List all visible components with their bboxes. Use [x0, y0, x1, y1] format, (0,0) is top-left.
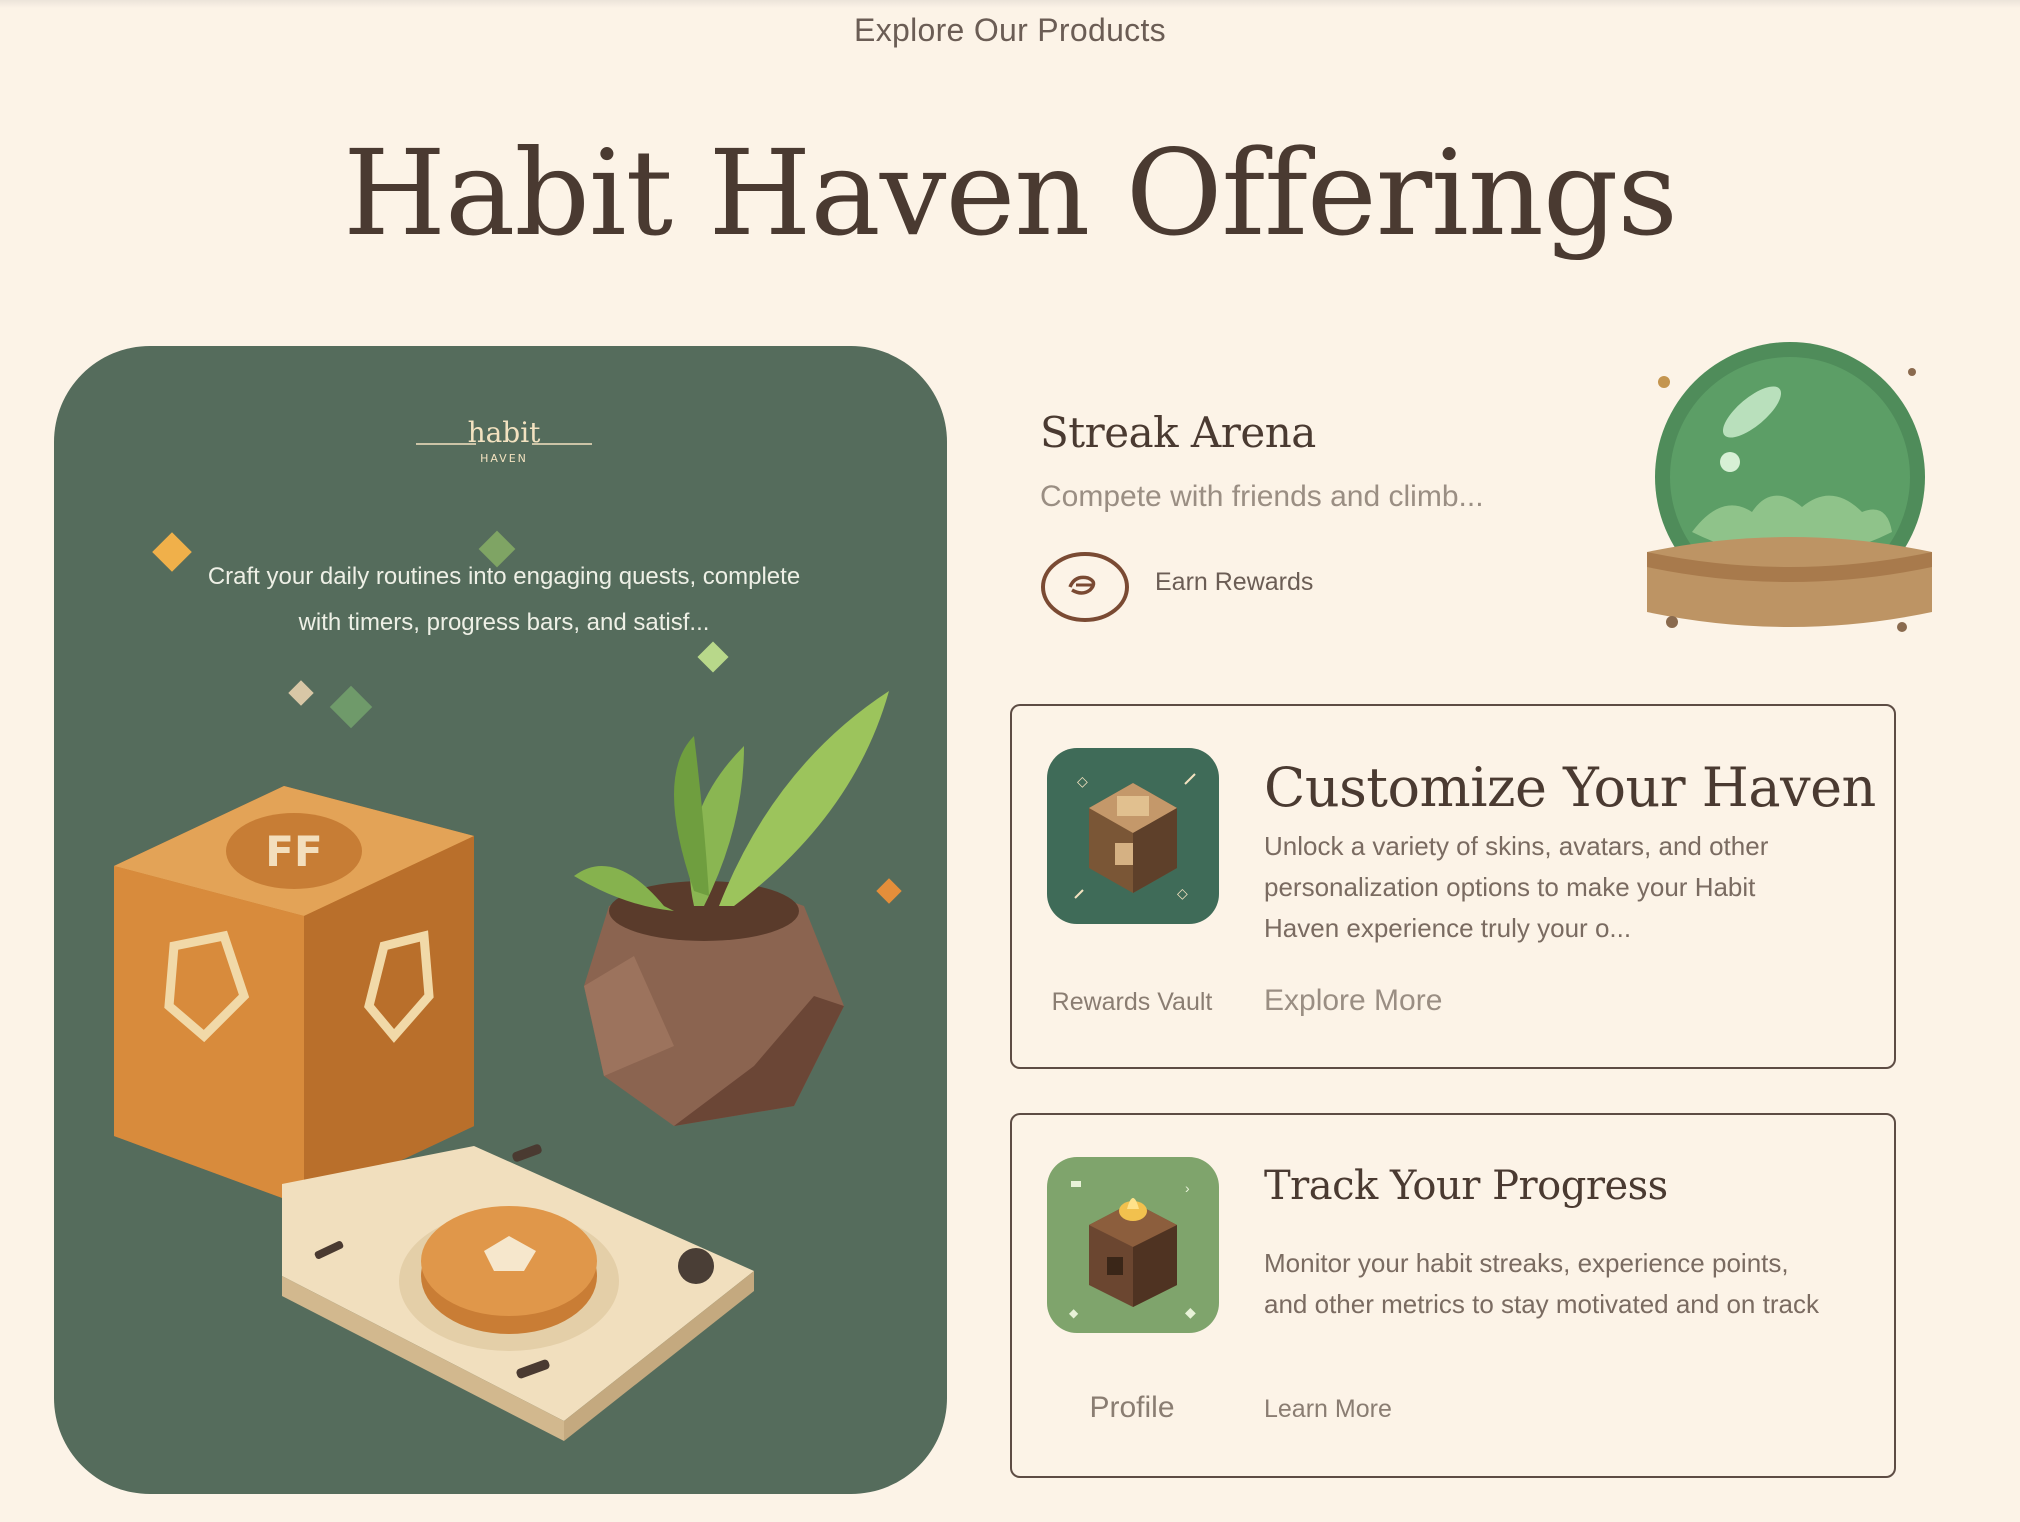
card-title: Customize Your Haven [1264, 756, 1876, 819]
svg-text:HAVEN: HAVEN [480, 452, 528, 465]
svg-text:◇: ◇ [1177, 885, 1188, 901]
svg-text:habit: habit [468, 418, 542, 449]
hero-card: FF habit HAVEN Craft your daily routines… [54, 346, 947, 1494]
section-eyebrow: Explore Our Products [854, 12, 1166, 48]
svg-text:FF: FF [265, 827, 322, 876]
track-progress-card: › ◆ ◆ Track Your Progress Monitor your h… [1010, 1113, 1896, 1478]
card-description: Unlock a variety of skins, avatars, and … [1264, 831, 1769, 943]
hero-description: Craft your daily routines into engaging … [207, 563, 801, 636]
crystal-orb-illustration [1642, 342, 1934, 652]
card-title: Track Your Progress [1264, 1163, 1668, 1209]
svg-text:◇: ◇ [1077, 773, 1088, 789]
svg-text:›: › [1185, 1180, 1190, 1196]
rewards-vault-label[interactable]: Rewards Vault [1032, 988, 1232, 1017]
svg-text:◆: ◆ [1069, 1306, 1079, 1320]
habit-haven-logo: habit HAVEN [416, 418, 592, 465]
streak-arena-description: Compete with friends and climb... [1040, 480, 1484, 513]
streak-arena-title: Streak Arena [1040, 408, 1316, 457]
explore-more-link[interactable]: Explore More [1264, 984, 1442, 1018]
treasure-chest-icon: ◇ ◇ [1047, 748, 1219, 924]
lantern-chest-icon: › ◆ ◆ [1047, 1157, 1219, 1333]
page-title: Habit Haven Offerings [343, 124, 1678, 262]
customize-haven-card: ◇ ◇ Customize Your Haven Unlock a variet… [1010, 704, 1896, 1069]
svg-text:◆: ◆ [1185, 1304, 1196, 1320]
card-description: Monitor your habit streaks, experience p… [1264, 1248, 1819, 1319]
earn-rewards-label[interactable]: Earn Rewards [1155, 568, 1313, 597]
top-edge-shadow [0, 0, 2020, 8]
learn-more-link[interactable]: Learn More [1264, 1395, 1392, 1424]
profile-label[interactable]: Profile [1032, 1391, 1232, 1425]
hero-illustration: FF [114, 530, 902, 1441]
earn-rewards-icon-button[interactable] [1040, 550, 1130, 624]
